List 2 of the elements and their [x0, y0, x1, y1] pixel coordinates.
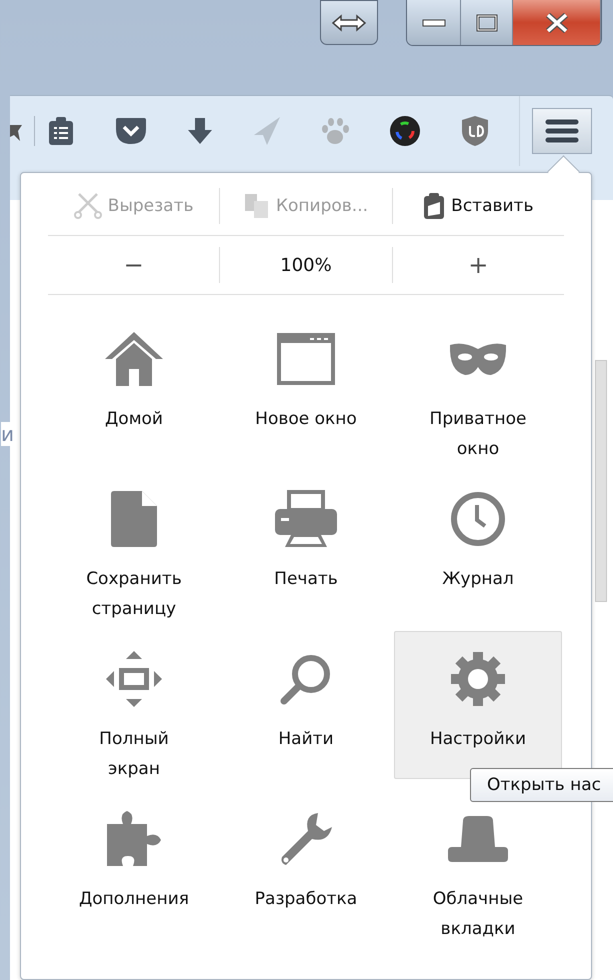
- tooltip: Открыть нас: [470, 768, 613, 802]
- page-text: и: [1, 422, 14, 446]
